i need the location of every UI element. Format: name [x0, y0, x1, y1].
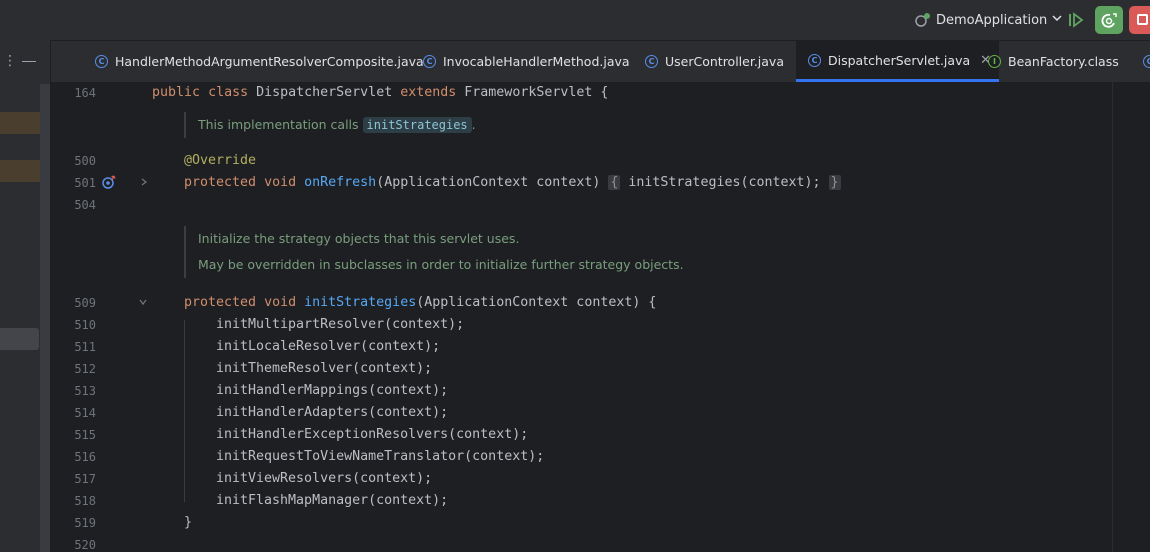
stop-button[interactable] — [1129, 6, 1150, 34]
line-number: 513 — [74, 384, 96, 398]
interface-icon: I — [988, 55, 1001, 68]
minimize-icon[interactable] — [22, 61, 36, 62]
editor-right-gutter — [1112, 82, 1150, 552]
chevron-down-icon — [1051, 12, 1063, 28]
code-editor[interactable]: public class DispatcherServlet extends F… — [150, 82, 1112, 552]
run-configuration-label: DemoApplication — [936, 12, 1048, 28]
code-line: initHandlerExceptionResolvers(context); — [216, 427, 529, 442]
line-number: 514 — [74, 406, 96, 420]
code-line: initThemeResolver(context); — [216, 361, 433, 376]
tree-selected-row[interactable] — [0, 328, 39, 350]
override-annotation: @Override — [184, 153, 257, 168]
line-number: 518 — [74, 494, 96, 508]
code-line: initHandlerMappings(context); — [216, 383, 449, 398]
javadoc-initstrategies: Initialize the strategy objects that thi… — [184, 226, 684, 278]
chevron-right-icon[interactable] — [139, 177, 149, 190]
title-bar: DemoApplication — [0, 0, 1150, 41]
class-icon: C — [1143, 55, 1150, 68]
line-number: 504 — [74, 198, 96, 212]
tab-usercontroller[interactable]: C UserController.java — [645, 41, 784, 82]
line-number: 500 — [74, 154, 96, 168]
editor-tab-bar: C HandlerMethodArgumentResolverComposite… — [51, 41, 1150, 83]
tab-dispatcherservlet[interactable]: C DispatcherServlet.java ✕ — [796, 41, 1000, 82]
class-declaration: public class DispatcherServlet extends F… — [152, 85, 609, 100]
class-icon: C — [423, 55, 436, 68]
class-icon: C — [95, 55, 108, 68]
javadoc-line: This implementation calls initStrategies… — [198, 117, 476, 133]
folded-region-close[interactable]: } — [828, 175, 841, 190]
line-number: 515 — [74, 428, 96, 442]
line-number: 509 — [74, 296, 96, 310]
tab-handlermethodargumentresolvercomposite[interactable]: C HandlerMethodArgumentResolverComposite… — [95, 41, 424, 82]
class-icon: C — [808, 53, 821, 67]
line-number: 520 — [74, 538, 96, 552]
code-line: initMultipartResolver(context); — [216, 317, 465, 332]
tab-label: BeanFactory.class — [1008, 54, 1119, 69]
code-line: initHandlerAdapters(context); — [216, 405, 449, 420]
onrefresh-method: protected void onRefresh(ApplicationCont… — [184, 175, 841, 190]
line-number: 511 — [74, 340, 96, 354]
line-number: 512 — [74, 362, 96, 376]
line-number: 164 — [74, 86, 96, 100]
editor-gutter: 164 500 501 504 509 510 511 512 513 514 … — [51, 82, 150, 552]
tab-label: InvocableHandlerMethod.java — [443, 54, 630, 69]
line-number: 516 — [74, 450, 96, 464]
tab-beanfactory[interactable]: I BeanFactory.class — [988, 41, 1119, 82]
run-configuration-selector[interactable]: DemoApplication — [914, 9, 1063, 31]
tab-overflow[interactable]: C — [1143, 41, 1150, 82]
closing-brace: } — [184, 515, 193, 530]
stop-icon — [1137, 14, 1148, 25]
code-line: initViewResolvers(context); — [216, 471, 433, 486]
code-line: initLocaleResolver(context); — [216, 339, 441, 354]
javadoc-code-ref[interactable]: initStrategies — [362, 117, 472, 133]
tab-label: UserController.java — [665, 54, 784, 69]
code-line: initRequestToViewNameTranslator(context)… — [216, 449, 545, 464]
class-icon: C — [645, 55, 658, 68]
chevron-down-icon[interactable] — [138, 297, 148, 310]
tab-invocablehandlermethod[interactable]: C InvocableHandlerMethod.java — [423, 41, 630, 82]
scrollbar[interactable] — [40, 84, 50, 552]
tab-label: HandlerMethodArgumentResolverComposite.j… — [115, 54, 424, 69]
javadoc-onrefresh: This implementation calls initStrategies… — [184, 112, 476, 138]
project-tool-window: ⋮ — [0, 40, 51, 552]
code-line: initFlashMapManager(context); — [216, 493, 449, 508]
line-number: 517 — [74, 472, 96, 486]
run-icon[interactable] — [1064, 8, 1088, 32]
debug-icon[interactable] — [1095, 6, 1123, 34]
javadoc-line: May be overridden in subclasses in order… — [198, 257, 684, 272]
line-number: 519 — [74, 516, 96, 530]
javadoc-line: Initialize the strategy objects that thi… — [198, 231, 520, 246]
tab-label: DispatcherServlet.java — [828, 52, 971, 68]
indent-guide — [184, 320, 185, 502]
folded-region-open[interactable]: { — [608, 175, 621, 190]
override-method-icon[interactable] — [101, 174, 117, 193]
more-options-icon[interactable]: ⋮ — [3, 54, 17, 68]
line-number: 501 — [74, 176, 96, 190]
spring-boot-icon — [914, 11, 932, 29]
line-number: 510 — [74, 318, 96, 332]
initstrategies-method: protected void initStrategies(Applicatio… — [184, 295, 657, 310]
